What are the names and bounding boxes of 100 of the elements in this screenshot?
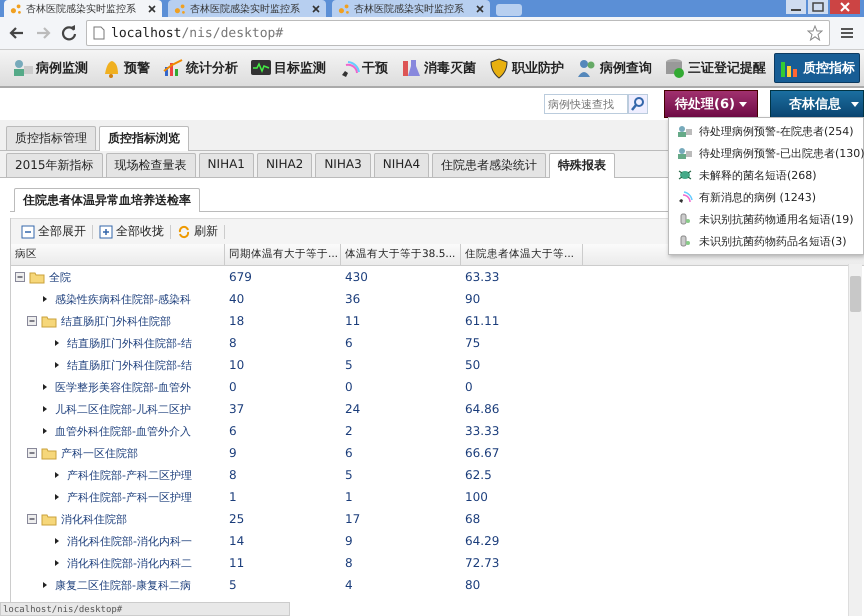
nav-label: 质控指标 — [803, 60, 855, 77]
menu-item[interactable]: 未识别抗菌药物药品名短语(3) — [669, 230, 863, 252]
menu-label: 待处理病例预警-已出院患者(130) — [699, 146, 864, 160]
tab[interactable]: NIHA2 — [256, 153, 312, 177]
right-arrow-icon[interactable] — [41, 383, 49, 391]
table-cell: 679 — [229, 270, 252, 284]
right-arrow-icon[interactable] — [41, 295, 49, 303]
menu-item[interactable]: 未解释的菌名短语(268) — [669, 164, 863, 186]
collapse-icon[interactable] — [27, 448, 37, 458]
table-cell: 100 — [465, 490, 488, 504]
ward-name: 产科一区住院部 — [61, 446, 138, 460]
table-cell: 4 — [345, 578, 353, 592]
nav-label: 干预 — [362, 60, 388, 77]
right-arrow-icon[interactable] — [53, 493, 61, 501]
table-cell: 90 — [465, 292, 480, 306]
search-field[interactable]: 病例快速查找 — [544, 94, 628, 114]
nav-label: 消毒灭菌 — [424, 60, 476, 77]
menu-item[interactable]: 待处理病例预警-已出院患者(130) — [669, 142, 863, 164]
browser-tab[interactable]: 杏林医院感染实时监控系 — [168, 0, 326, 17]
toolbar-button[interactable]: 全部收拢 — [99, 223, 164, 240]
minimize-icon[interactable] — [786, 0, 806, 14]
table-cell: 1 — [229, 490, 237, 504]
table-cell: 63.33 — [465, 270, 500, 284]
column-header[interactable]: 病区 — [11, 244, 225, 265]
nav-item[interactable]: 职业防护 — [484, 54, 568, 82]
scroll-thumb[interactable] — [850, 276, 861, 312]
right-arrow-icon[interactable] — [41, 405, 49, 413]
tab-title: 杏林医院感染实时监控系 — [26, 2, 137, 16]
toolbar-button[interactable]: 全部展开 — [21, 223, 86, 240]
menu-item[interactable]: 有新消息的病例 (1243) — [669, 186, 863, 208]
caret-icon — [738, 102, 747, 106]
collapse-icon[interactable] — [15, 272, 25, 282]
pending-button[interactable]: 待处理(6) — [664, 90, 758, 118]
nav-label: 统计分析 — [186, 60, 238, 77]
right-arrow-icon[interactable] — [53, 537, 61, 545]
nav-item[interactable]: 消毒灭菌 — [396, 54, 480, 82]
nav-item[interactable]: 三证登记提醒 — [660, 54, 770, 82]
tab[interactable]: 2015年新指标 — [6, 153, 103, 177]
nav-item[interactable]: 统计分析 — [158, 54, 242, 82]
right-arrow-icon[interactable] — [53, 559, 61, 567]
table-cell: 72.73 — [465, 556, 500, 570]
table-cell: 5 — [229, 578, 237, 592]
ward-name: 医学整形美容住院部-血管外 — [55, 380, 191, 394]
column-header[interactable]: 同期体温有大于等于... — [225, 244, 341, 265]
folder-icon — [41, 314, 57, 328]
nav-item[interactable]: 质控指标 — [774, 53, 860, 83]
tab[interactable]: 住院患者感染统计 — [432, 153, 546, 177]
table-cell: 37 — [229, 402, 244, 416]
menu-item[interactable]: 未识别抗菌药物通用名短语(19) — [669, 208, 863, 230]
column-header[interactable]: 住院患者体温大于等... — [461, 244, 583, 265]
right-arrow-icon[interactable] — [41, 427, 49, 435]
tab[interactable]: 质控指标浏览 — [99, 126, 189, 151]
nav-item[interactable]: 干预 — [334, 54, 392, 82]
star-icon[interactable] — [807, 25, 823, 41]
table-cell: 9 — [345, 534, 353, 548]
browser-tab[interactable]: 杏林医院感染实时监控系 — [332, 0, 490, 17]
report-tab[interactable]: 住院患者体温异常血培养送检率 — [14, 188, 200, 212]
table-cell: 10 — [229, 358, 244, 372]
tab[interactable]: NIHA3 — [315, 153, 371, 177]
ward-name: 产科住院部-产科一区护理 — [67, 490, 192, 504]
table-cell: 68 — [465, 512, 480, 526]
tab[interactable]: NIHA1 — [198, 153, 254, 177]
user-button[interactable]: 杏林信息 — [770, 90, 864, 118]
nav-icon — [488, 57, 510, 79]
tab[interactable]: 现场检查量表 — [106, 153, 196, 177]
reload-icon[interactable] — [60, 24, 78, 42]
search-icon[interactable] — [628, 94, 648, 114]
table-cell: 2 — [345, 424, 353, 438]
ward-name: 血管外科住院部-血管外介入 — [55, 424, 191, 438]
collapse-icon[interactable] — [27, 514, 37, 524]
menu-item[interactable]: 待处理病例预警-在院患者(254) — [669, 120, 863, 142]
close-icon[interactable] — [312, 4, 320, 12]
nav-item[interactable]: 病例监测 — [8, 54, 92, 82]
toolbar-button[interactable]: 刷新 — [177, 223, 218, 240]
page-icon — [93, 26, 105, 40]
right-arrow-icon[interactable] — [53, 361, 61, 369]
collapse-icon[interactable] — [27, 316, 37, 326]
close-icon[interactable] — [148, 4, 156, 12]
browser-tab[interactable]: 杏林医院感染实时监控系 — [4, 0, 162, 17]
ward-name: 消化科住院部 — [61, 512, 127, 526]
column-header[interactable]: 体温有大于等于38.5... — [341, 244, 461, 265]
right-arrow-icon[interactable] — [53, 471, 61, 479]
menu-label: 待处理病例预警-在院患者(254) — [699, 124, 854, 138]
table-cell: 0 — [465, 380, 473, 394]
tab[interactable]: 质控指标管理 — [6, 126, 96, 150]
right-arrow-icon[interactable] — [53, 339, 61, 347]
minus-icon — [21, 224, 35, 238]
tab[interactable]: NIHA4 — [374, 153, 430, 177]
address-field[interactable]: localhost/nis/desktop# — [86, 20, 830, 46]
tab[interactable]: 特殊报表 — [549, 153, 616, 178]
right-arrow-icon[interactable] — [41, 581, 49, 589]
nav-item[interactable]: 预警 — [96, 54, 154, 82]
nav-item[interactable]: 病例查询 — [572, 54, 656, 82]
close-icon[interactable] — [476, 4, 484, 12]
maximize-icon[interactable] — [808, 0, 828, 14]
nav-item[interactable]: 目标监测 — [246, 54, 330, 82]
ward-name: 儿科二区住院部-儿科二区护 — [55, 402, 191, 416]
scrollbar[interactable] — [848, 264, 862, 616]
nav-label: 目标监测 — [274, 60, 326, 77]
nav-label: 职业防护 — [512, 60, 564, 77]
